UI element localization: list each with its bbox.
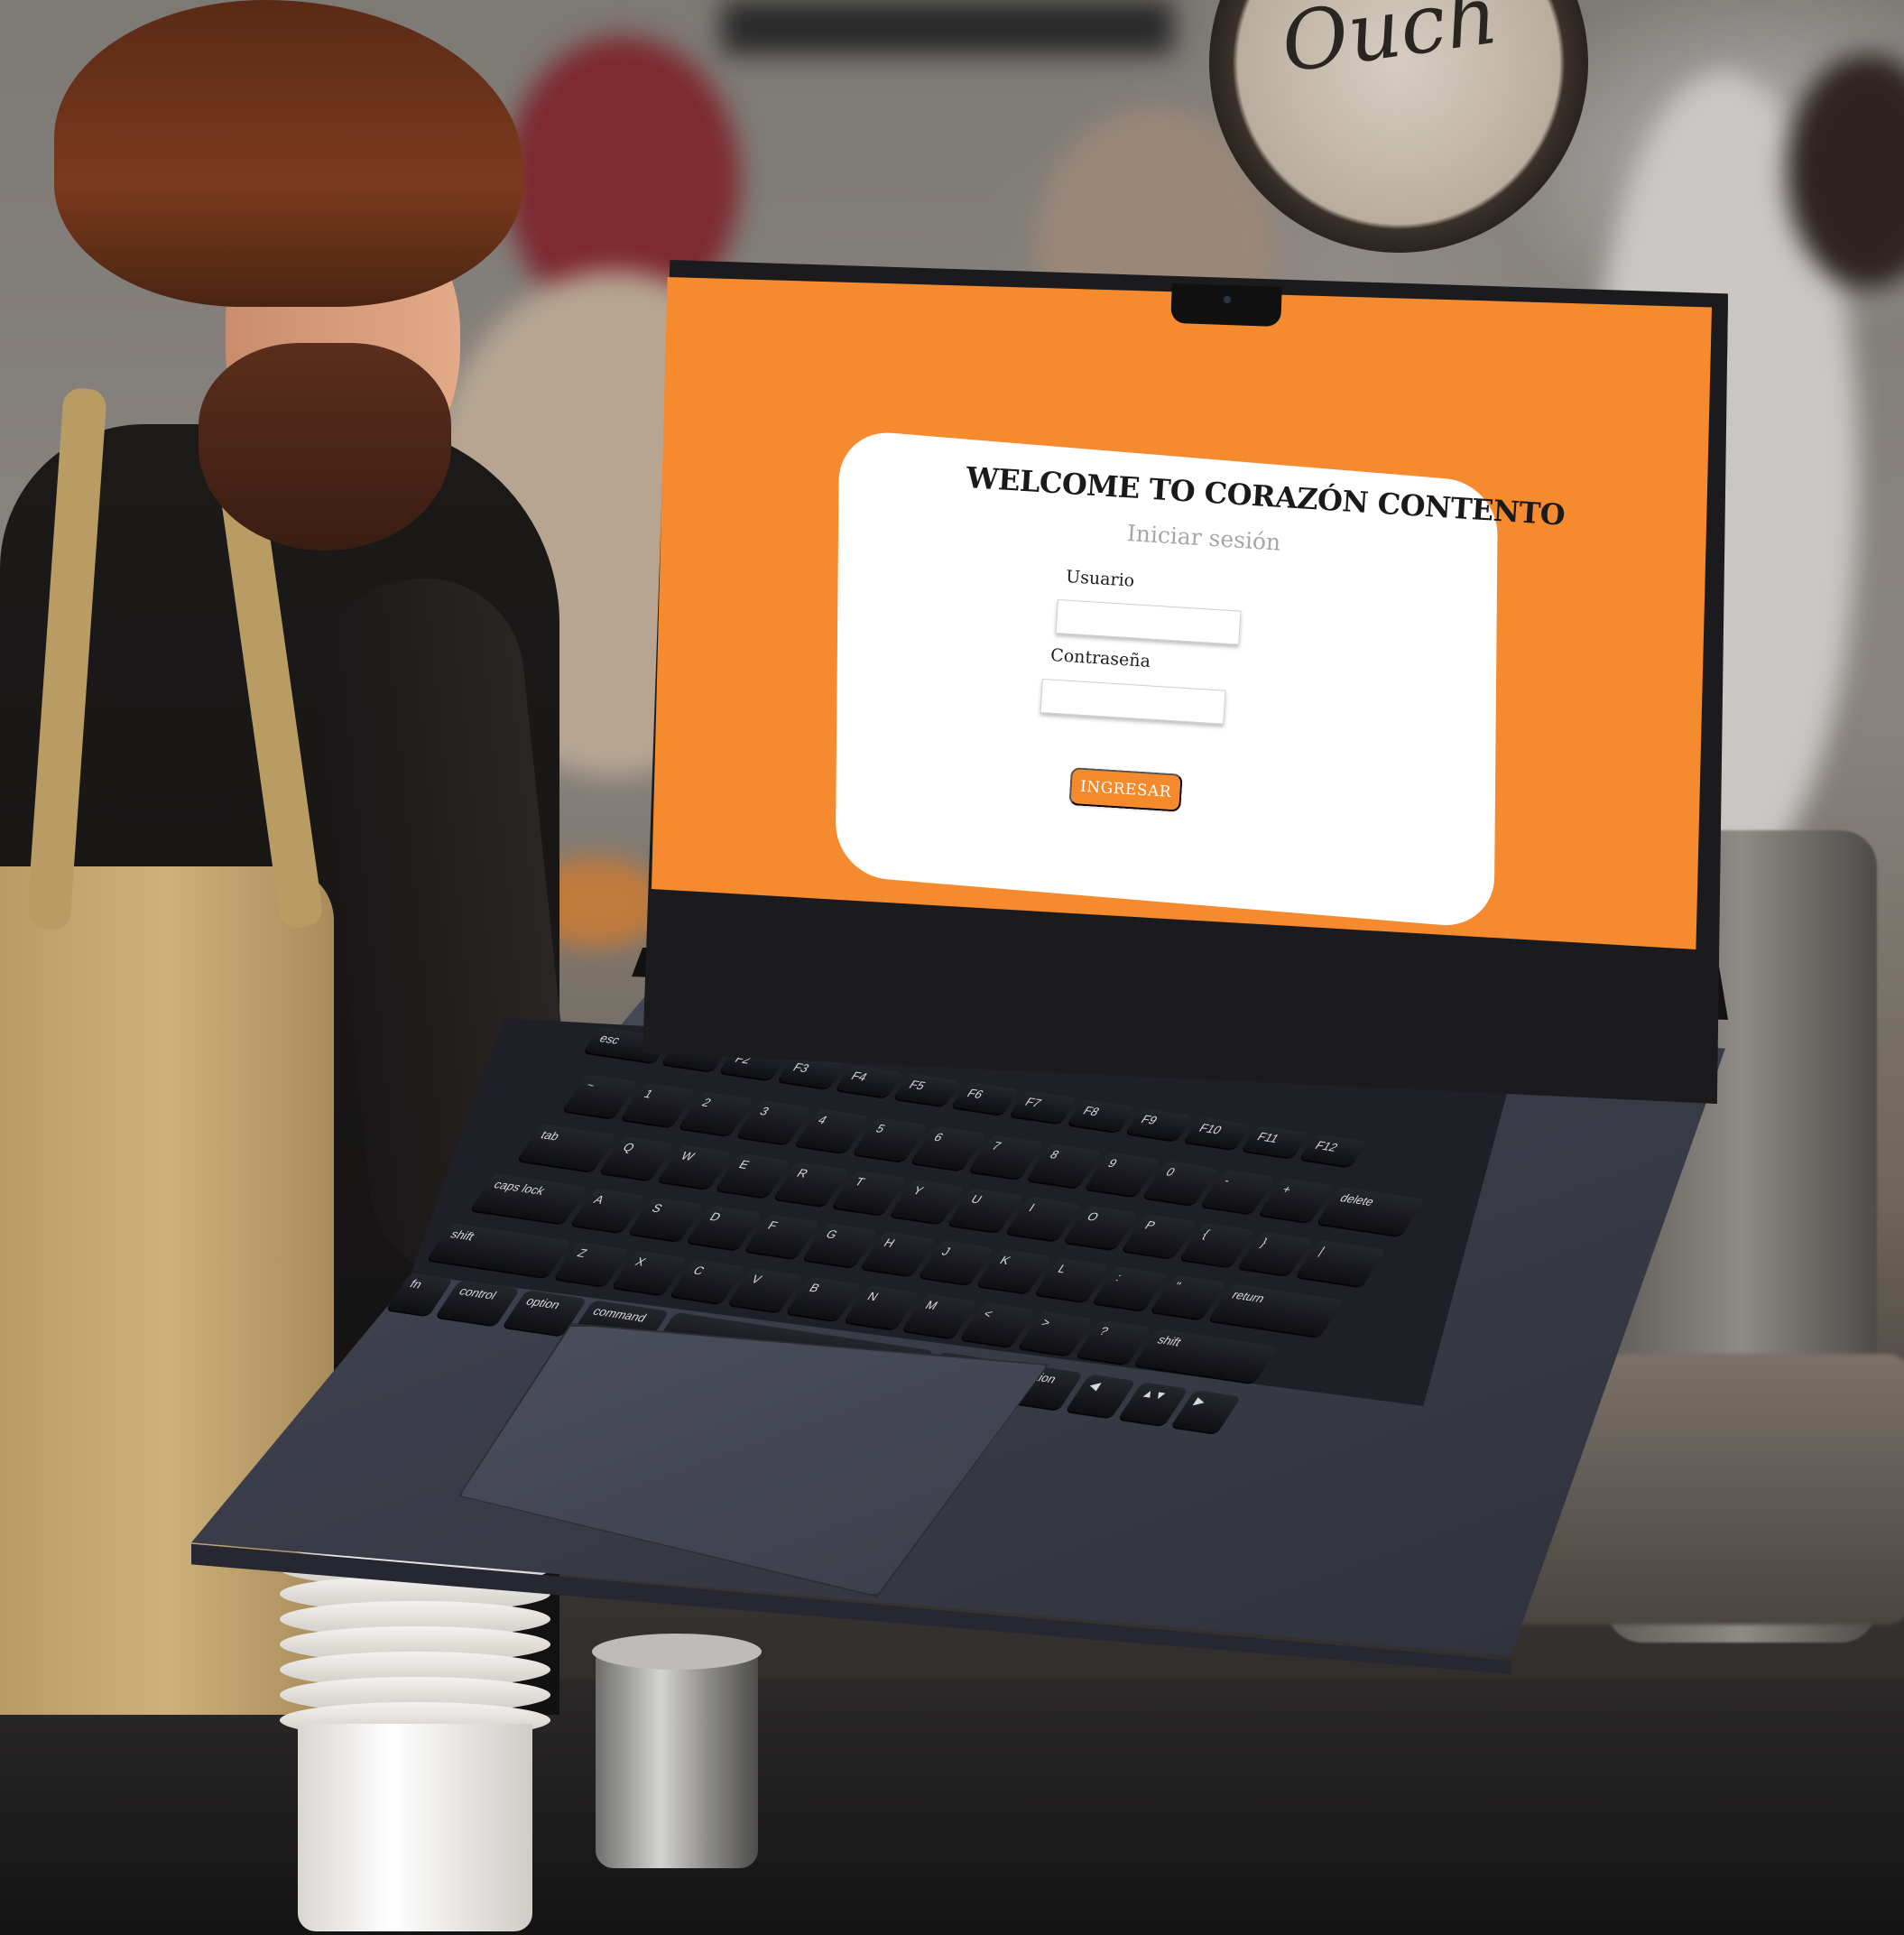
key-label: F12 xyxy=(1312,1138,1341,1154)
key-label: < xyxy=(980,1307,996,1321)
key-label: ◀ xyxy=(1086,1378,1105,1393)
background-shelf xyxy=(722,0,1173,54)
key-label: 0 xyxy=(1163,1164,1178,1179)
metal-shaker xyxy=(596,1643,758,1868)
key-label: C xyxy=(690,1264,707,1278)
key-label: { xyxy=(1200,1227,1213,1240)
key-label: P xyxy=(1141,1217,1159,1233)
key-label: return xyxy=(1229,1288,1268,1305)
key-label: 8 xyxy=(1047,1147,1062,1162)
key-label: B xyxy=(806,1281,823,1295)
key-label: ▶ xyxy=(1191,1393,1209,1409)
key-label: " xyxy=(1170,1279,1184,1292)
key-label: J xyxy=(938,1245,954,1258)
key-label: X xyxy=(633,1255,649,1269)
key-label: option xyxy=(522,1294,564,1312)
key-label: F3 xyxy=(790,1060,813,1075)
key-label: R xyxy=(794,1166,811,1180)
key-label: 6 xyxy=(931,1130,947,1144)
key-label: shift xyxy=(1154,1332,1185,1349)
key-label: tab xyxy=(538,1127,563,1143)
key-label: S xyxy=(649,1201,666,1216)
key-label: esc xyxy=(596,1031,624,1047)
key-label: control xyxy=(456,1283,500,1302)
key-label: command xyxy=(590,1304,650,1325)
key-label: Y xyxy=(910,1183,927,1198)
key-label: 2 xyxy=(698,1096,715,1109)
key-label: N xyxy=(864,1289,882,1304)
key-label: ? xyxy=(1096,1324,1112,1338)
key-label: I xyxy=(1026,1200,1039,1215)
key-label: E xyxy=(735,1157,753,1171)
key-label: G xyxy=(823,1227,841,1242)
key-label: caps lock xyxy=(491,1177,549,1198)
key-label: 7 xyxy=(989,1139,1004,1153)
key-label: } xyxy=(1258,1236,1271,1249)
key-label: F7 xyxy=(1022,1095,1045,1110)
key-label: M xyxy=(922,1298,941,1312)
key-label: F11 xyxy=(1254,1129,1282,1145)
ingresar-button[interactable]: INGRESAR xyxy=(1068,767,1183,812)
key-label: fn xyxy=(407,1276,426,1292)
key-label: ▲▼ xyxy=(1139,1386,1170,1403)
key-label: A xyxy=(591,1192,607,1207)
key-label: F6 xyxy=(964,1086,986,1101)
key-label: F4 xyxy=(848,1069,871,1084)
key-label: 3 xyxy=(757,1104,772,1118)
key-label: L xyxy=(1055,1262,1070,1276)
key-label: delete xyxy=(1337,1190,1378,1208)
camera-icon xyxy=(1224,296,1231,303)
barista-hair xyxy=(54,0,523,307)
metal-shaker-lid xyxy=(592,1634,762,1670)
key-label: H xyxy=(881,1236,898,1250)
key-label: - xyxy=(1221,1173,1234,1187)
key-label: F8 xyxy=(1080,1103,1103,1119)
key-label: Q xyxy=(620,1140,638,1154)
key-label: ~ xyxy=(583,1078,598,1092)
key-label: T xyxy=(852,1174,868,1189)
key-label: : xyxy=(1113,1270,1125,1284)
camera-notch xyxy=(1170,282,1282,328)
key-label: F10 xyxy=(1196,1121,1225,1137)
key-label: | xyxy=(1316,1244,1328,1258)
key-label: F9 xyxy=(1138,1112,1160,1127)
key-label: 4 xyxy=(815,1113,830,1127)
key-label: 1 xyxy=(641,1087,656,1101)
barista-beard xyxy=(199,343,451,551)
key-label: D xyxy=(707,1209,725,1224)
username-label: Usuario xyxy=(1065,567,1135,591)
key-label: V xyxy=(748,1272,765,1286)
key-label: + xyxy=(1279,1182,1295,1197)
key-label: F5 xyxy=(906,1078,929,1093)
key-label: F xyxy=(764,1218,781,1233)
key-label: > xyxy=(1039,1315,1054,1329)
key-label: 9 xyxy=(1105,1156,1121,1171)
key-label: W xyxy=(678,1149,698,1163)
key-label: U xyxy=(968,1192,985,1207)
key-label: shift xyxy=(448,1227,478,1244)
key-label: K xyxy=(997,1253,1013,1267)
key-label: 5 xyxy=(873,1121,889,1135)
key-label: Z xyxy=(574,1245,590,1260)
key-label: O xyxy=(1084,1209,1102,1224)
